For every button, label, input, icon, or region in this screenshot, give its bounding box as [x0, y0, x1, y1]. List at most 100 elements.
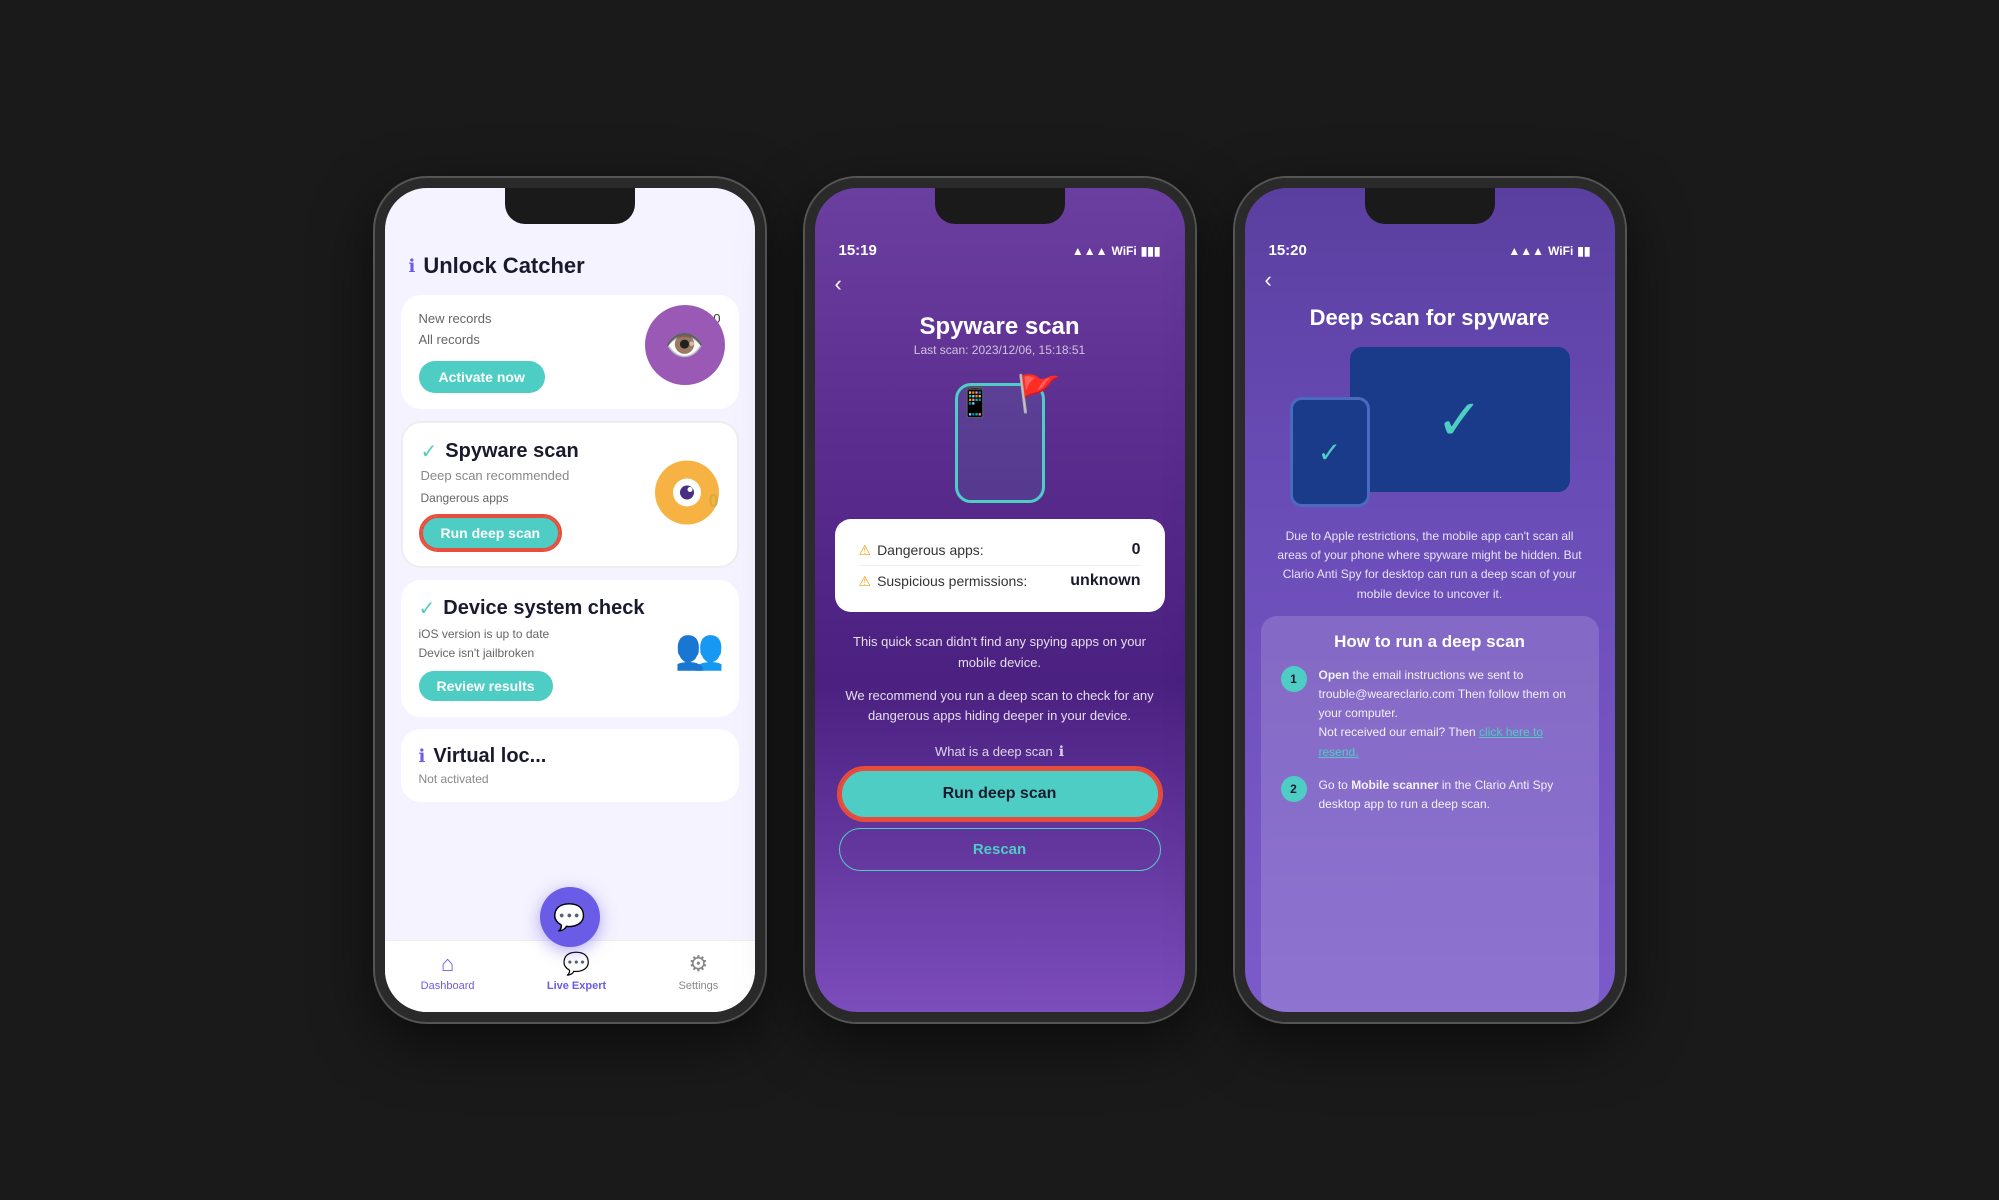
wifi-icon: WiFi	[1111, 244, 1136, 258]
warn-icon-1: ⚠	[859, 542, 872, 559]
scan-result-card: ⚠ Dangerous apps: 0 ⚠ Suspicious permiss…	[835, 519, 1165, 612]
dangerous-label: ⚠ Dangerous apps:	[859, 542, 984, 559]
battery-icon: ▮▮▮	[1141, 244, 1161, 258]
spyware-title: Spyware scan	[445, 440, 578, 463]
run-deep-scan-button[interactable]: Run deep scan	[421, 516, 561, 550]
back-button-3[interactable]: ‹	[1265, 267, 1272, 293]
suspicious-label: ⚠ Suspicious permissions:	[859, 573, 1028, 590]
signal-icon-3: ▲▲▲	[1508, 244, 1544, 258]
mobile-graphic: ✓	[1290, 397, 1370, 507]
nav-row-3: ‹	[1245, 263, 1615, 297]
dangerous-label: Dangerous apps	[421, 491, 509, 512]
bottom-navigation: ⌂ Dashboard 💬 Live Expert ⚙ Settings	[385, 940, 755, 1012]
rescan-button[interactable]: Rescan	[839, 828, 1161, 871]
suspicious-value: unknown	[1070, 572, 1140, 590]
time-display: 15:19	[839, 242, 877, 259]
back-button[interactable]: ‹	[835, 267, 842, 301]
step-1-open-label: Open	[1319, 668, 1350, 682]
nav-row: ‹	[815, 263, 1185, 305]
phone3-header: Deep scan for spyware	[1245, 305, 1615, 331]
all-records-label: All records	[419, 332, 480, 347]
virtloc-title: Virtual loc...	[433, 745, 546, 768]
what-deep-scan-row: What is a deep scan ℹ	[935, 743, 1064, 760]
scan-desc-2: We recommend you run a deep scan to chec…	[815, 686, 1185, 740]
step-1-text: Open the email instructions we sent to t…	[1319, 666, 1579, 762]
check-icon: ✓	[421, 439, 438, 464]
live-expert-icon: 💬	[563, 951, 590, 977]
live-expert-fab[interactable]: 💬	[540, 887, 600, 947]
info-icon-deep: ℹ	[1059, 743, 1064, 760]
step-2: 2 Go to Mobile scanner in the Clario Ant…	[1281, 776, 1579, 814]
people-icon: 👥	[675, 627, 725, 671]
step-1-email-text: the email instructions we sent to troubl…	[1319, 668, 1566, 720]
info-icon: ℹ	[409, 256, 416, 277]
device-illustration: ✓ ✓	[1290, 347, 1570, 507]
step-1: 1 Open the email instructions we sent to…	[1281, 666, 1579, 762]
dangerous-apps-stat: ⚠ Dangerous apps: 0	[859, 535, 1141, 565]
device-card: ✓ Device system check iOS version is up …	[401, 580, 739, 717]
page-title: Unlock Catcher	[423, 253, 584, 279]
device-title-row: ✓ Device system check	[419, 596, 721, 621]
chat-icon: 💬	[553, 902, 585, 933]
nav-dashboard[interactable]: ⌂ Dashboard	[421, 951, 475, 992]
virtloc-status: Not activated	[419, 772, 721, 786]
nav-live-expert[interactable]: 💬 Live Expert	[547, 951, 606, 992]
live-expert-label: Live Expert	[547, 980, 606, 992]
step-1-sub-text: Not received our email? Then	[1319, 725, 1480, 739]
phone3-content: 15:20 ▲▲▲ WiFi ▮▮ ‹ Deep scan for spywar…	[1245, 188, 1615, 1012]
phone-2: 15:19 ▲▲▲ WiFi ▮▮▮ ‹ Spyware scan Last s…	[805, 178, 1195, 1022]
mobile-scanner-label: Mobile scanner	[1351, 778, 1438, 792]
signal-icon: ▲▲▲	[1072, 244, 1108, 258]
how-to-title: How to run a deep scan	[1281, 632, 1579, 652]
status-icons-3: ▲▲▲ WiFi ▮▮	[1508, 244, 1590, 258]
desktop-graphic: ✓	[1350, 347, 1570, 492]
flag-person-graphic: 🚩	[1017, 373, 1062, 415]
deep-scan-desc: Due to Apple restrictions, the mobile ap…	[1245, 523, 1615, 616]
dashboard-label: Dashboard	[421, 980, 475, 992]
dashboard-icon: ⌂	[441, 951, 454, 977]
screen-title: Spyware scan	[914, 313, 1085, 341]
status-bar: 15:19 ▲▲▲ WiFi ▮▮▮	[815, 238, 1185, 263]
step-1-number: 1	[1281, 666, 1307, 692]
battery-icon-3: ▮▮	[1577, 244, 1590, 258]
phone2-header: Spyware scan Last scan: 2023/12/06, 15:1…	[894, 313, 1105, 357]
run-deep-scan-button[interactable]: Run deep scan	[839, 768, 1161, 820]
nav-settings[interactable]: ⚙ Settings	[679, 951, 719, 992]
time-display-3: 15:20	[1269, 242, 1307, 259]
spyware-card: ✓ Spyware scan Deep scan recommended Dan…	[401, 421, 739, 568]
virtual-location-card: ℹ Virtual loc... Not activated	[401, 729, 739, 802]
new-records-label: New records	[419, 311, 492, 326]
check-icon-device: ✓	[419, 596, 436, 621]
info-icon-virtloc: ℹ	[419, 746, 426, 767]
virtloc-title-row: ℹ Virtual loc...	[419, 745, 721, 768]
activate-now-button[interactable]: Activate now	[419, 361, 545, 393]
eye-deco	[651, 456, 723, 533]
scan-desc-1: This quick scan didn't find any spying a…	[815, 620, 1185, 686]
status-icons: ▲▲▲ WiFi ▮▮▮	[1072, 244, 1161, 258]
mobile-check-icon: ✓	[1318, 436, 1341, 469]
deep-scan-title: Deep scan for spyware	[1285, 305, 1575, 331]
how-to-card: How to run a deep scan 1 Open the email …	[1261, 616, 1599, 1012]
eye-icon: 👁️	[645, 305, 725, 385]
warn-icon-2: ⚠	[859, 573, 872, 590]
phone2-content: 15:19 ▲▲▲ WiFi ▮▮▮ ‹ Spyware scan Last s…	[815, 188, 1185, 1012]
dangerous-count: 0	[1132, 541, 1141, 559]
scan-graphic: 📱	[958, 387, 993, 418]
step-2-text: Go to Mobile scanner in the Clario Anti …	[1319, 776, 1579, 814]
what-deep-label: What is a deep scan	[935, 744, 1053, 759]
phone-3: 15:20 ▲▲▲ WiFi ▮▮ ‹ Deep scan for spywar…	[1235, 178, 1625, 1022]
status-bar-3: 15:20 ▲▲▲ WiFi ▮▮	[1245, 238, 1615, 263]
review-results-button[interactable]: Review results	[419, 671, 553, 701]
settings-icon: ⚙	[689, 951, 709, 977]
spyware-illustration	[651, 456, 723, 528]
step-2-number: 2	[1281, 776, 1307, 802]
unlock-card: New records 0 All records 0 Activate now…	[401, 295, 739, 409]
device-title: Device system check	[443, 597, 644, 620]
desktop-check-icon: ✓	[1436, 387, 1483, 453]
settings-label: Settings	[679, 980, 719, 992]
people-illustration: 👥	[675, 625, 725, 672]
suspicious-permissions-stat: ⚠ Suspicious permissions: unknown	[859, 565, 1141, 596]
phone-illustration: 📱 🚩	[920, 373, 1080, 503]
wifi-icon-3: WiFi	[1548, 244, 1573, 258]
step-2-go-label: Go to	[1319, 778, 1352, 792]
